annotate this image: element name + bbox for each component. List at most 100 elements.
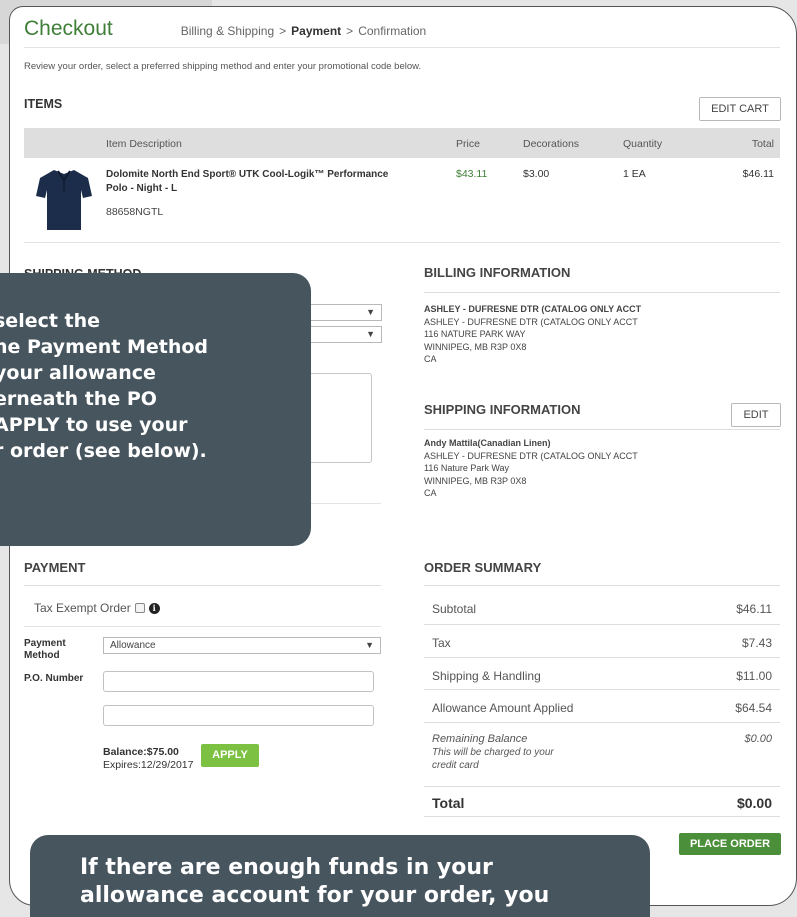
table-row: Dolomite North End Sport® UTK Cool-Logik… [24,158,780,242]
allowance-applied-label: Allowance Amount Applied [432,701,574,715]
col-total: Total [751,138,774,150]
po-number-label: P.O. Number [24,673,84,684]
product-sku: 88658NGTL [106,206,164,218]
items-divider [24,242,780,243]
item-decorations: $3.00 [523,168,550,180]
tax-exempt-label: Tax Exempt Order [34,601,131,615]
shipping-handling-value: $11.00 [736,669,772,683]
address-line: 116 Nature Park Way [424,463,510,473]
summary-total-row: Total $0.00 [424,787,780,817]
address-line: Andy Mattila(Canadian Linen) [424,438,551,448]
item-quantity: 1 EA [623,168,646,180]
shipping-info-divider [424,429,780,430]
item-price: $43.11 [456,168,488,180]
total-label: Total [432,795,465,811]
payment-method-label: Payment Method [24,638,66,661]
shipping-option-select[interactable]: ▼ [300,326,382,343]
callout-apply-bold: APPLY [0,414,60,436]
remaining-balance-label-group: Remaining Balance This will be charged t… [432,733,612,772]
summary-tax-row: Tax $7.43 [424,625,780,658]
po-number-secondary-input[interactable] [103,705,374,726]
chevron-down-icon: ▼ [365,640,374,650]
chevron-down-icon: ▼ [366,307,375,317]
callout-line: your allowance [0,362,156,384]
subtotal-value: $46.11 [736,602,772,616]
callout-line: r order (see below). [0,440,207,462]
summary-remaining-row: Remaining Balance This will be charged t… [424,723,780,787]
edit-shipping-button[interactable]: EDIT [731,403,781,427]
callout-line: allowance account for your order, you [80,883,550,908]
intro-text: Review your order, select a preferred sh… [24,61,422,72]
tax-value: $7.43 [741,636,772,650]
chevron-down-icon: ▼ [366,329,375,339]
billing-address: ASHLEY - DUFRESNE DTR (CATALOG ONLY ACCT… [424,303,641,366]
col-decorations: Decorations [523,138,580,150]
allowance-applied-value: $64.54 [735,701,772,715]
billing-divider [424,292,780,293]
product-name-link[interactable]: Dolomite North End Sport® UTK Cool-Logik… [106,168,406,196]
address-line: ASHLEY - DUFRESNE DTR (CATALOG ONLY ACCT [424,304,642,314]
shipping-info-heading: SHIPPING INFORMATION [424,402,581,417]
subtotal-label: Subtotal [432,602,477,616]
checkout-header: Checkout Billing & Shipping > Payment > Conf… [24,17,426,47]
remaining-balance-label: Remaining Balance [432,733,528,745]
instruction-callout-top: select the ne Payment Method your allowa… [0,273,311,546]
callout-line: select the [0,310,101,332]
po-number-input[interactable] [103,671,374,692]
remaining-balance-value: $0.00 [744,733,772,745]
callout-line-suffix: to use your [59,414,188,436]
balance-expiry: Expires:12/29/2017 [103,759,194,771]
summary-shipping-row: Shipping & Handling $11.00 [424,658,780,690]
col-price: Price [456,138,480,150]
address-line: ASHLEY - DUFRESNE DTR (CATALOG ONLY ACCT [424,316,638,327]
shipping-method-select[interactable]: ▼ [300,304,382,321]
breadcrumb-payment: Payment [291,24,342,38]
total-value: $0.00 [736,795,772,811]
tax-exempt-divider [24,626,381,627]
items-table-header: Item Description Price Decorations Quant… [24,128,780,158]
breadcrumb-separator: > [279,24,287,38]
address-line: WINNIPEG, MB R3P 0X8 [424,475,527,486]
place-order-button[interactable]: PLACE ORDER [679,833,781,855]
shipping-address: Andy Mattila(Canadian Linen) ASHLEY - DU… [424,437,638,500]
tax-exempt-row: Tax Exempt Order i [34,601,160,615]
apply-allowance-button[interactable]: APPLY [201,744,259,767]
summary-allowance-row: Allowance Amount Applied $64.54 [424,690,780,723]
info-icon[interactable]: i [148,602,160,614]
edit-cart-button[interactable]: EDIT CART [699,97,781,121]
payment-method-select[interactable]: Allowance ▼ [103,637,381,654]
address-line: ASHLEY - DUFRESNE DTR (CATALOG ONLY ACCT [424,450,638,461]
breadcrumb-confirmation: Confirmation [358,24,427,38]
breadcrumb-separator: > [346,24,354,38]
callout-line: erneath the PO [0,388,157,410]
payment-method-value: Allowance [110,640,156,651]
breadcrumb-billing-shipping[interactable]: Billing & Shipping [181,24,274,38]
billing-heading: BILLING INFORMATION [424,265,571,280]
address-line: 116 NATURE PARK WAY [424,329,526,339]
remaining-balance-note: This will be charged to your [432,747,554,758]
payment-heading: PAYMENT [24,560,86,575]
callout-line: ne Payment Method [0,336,209,358]
item-total: $46.11 [742,168,774,180]
remaining-balance-note: credit card [432,760,479,771]
address-line: CA [424,488,437,498]
page-title: Checkout [24,17,113,40]
col-item-description: Item Description [106,138,182,150]
address-line: CA [424,354,437,364]
order-summary-divider [424,585,780,586]
balance-amount: Balance:$75.00 [103,746,179,758]
order-summary-heading: ORDER SUMMARY [424,560,542,575]
allowance-balance: Balance:$75.00 Expires:12/29/2017 [103,746,193,772]
shipping-handling-label: Shipping & Handling [432,669,541,683]
items-heading: ITEMS [24,97,63,111]
header-divider [24,47,780,48]
payment-divider [24,585,381,586]
navy-polo-shirt-icon[interactable] [34,164,94,234]
instruction-callout-bottom: If there are enough funds in your allowa… [30,835,650,917]
breadcrumb: Billing & Shipping > Payment > Confirmation [181,24,427,38]
address-line: WINNIPEG, MB R3P 0X8 [424,341,527,352]
callout-line: If there are enough funds in your [80,855,493,880]
tax-exempt-checkbox[interactable] [134,603,145,613]
summary-subtotal-row: Subtotal $46.11 [424,591,780,625]
col-quantity: Quantity [623,138,663,150]
